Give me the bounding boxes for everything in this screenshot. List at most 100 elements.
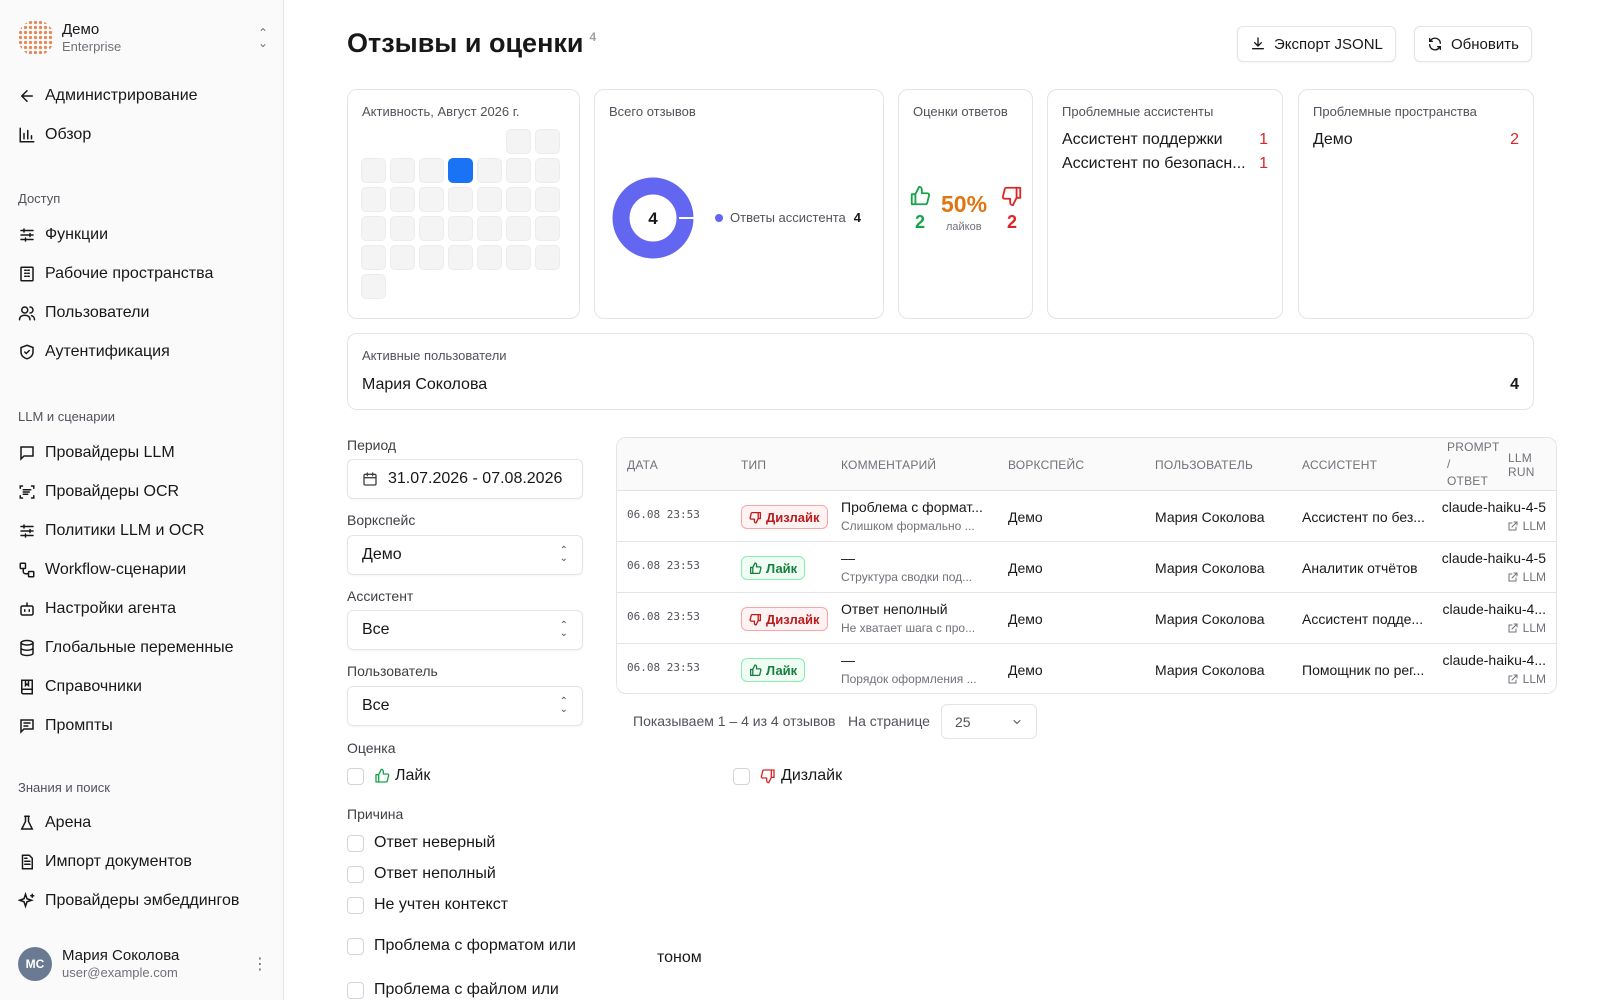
calendar-day[interactable] bbox=[477, 245, 502, 270]
assistant-select[interactable]: Все ⌃ ⌄ bbox=[347, 610, 583, 650]
problem-assistant-row[interactable]: Ассистент по безопасн... 1 bbox=[1062, 155, 1268, 173]
nav-llm-providers[interactable]: Провайдеры LLM bbox=[18, 437, 268, 469]
th-prompt-answer[interactable]: Prompt / Ответ bbox=[1447, 438, 1500, 491]
calendar-day[interactable] bbox=[448, 216, 473, 241]
workspace-select[interactable]: Демо ⌃ ⌄ bbox=[347, 535, 583, 575]
nav-overview[interactable]: Обзор bbox=[18, 119, 268, 151]
nav-prompts[interactable]: Промпты bbox=[18, 710, 268, 742]
nav-workflows[interactable]: Workflow-сценарии bbox=[18, 554, 268, 586]
table-row[interactable]: 06.08 23:53 Лайк — Порядок оформления ..… bbox=[617, 644, 1556, 693]
calendar-day[interactable] bbox=[361, 245, 386, 270]
calendar-day[interactable] bbox=[535, 158, 560, 183]
calendar-day[interactable] bbox=[361, 274, 386, 299]
calendar-day[interactable] bbox=[506, 216, 531, 241]
checkbox[interactable] bbox=[347, 865, 364, 883]
calendar-day[interactable] bbox=[390, 187, 415, 212]
nav-arena[interactable]: Арена bbox=[18, 807, 268, 839]
calendar-day[interactable] bbox=[506, 245, 531, 270]
calendar-day[interactable] bbox=[448, 245, 473, 270]
nav-doc-import-label: Импорт документов bbox=[45, 853, 192, 870]
more-vertical-icon[interactable]: ⋮ bbox=[252, 954, 268, 974]
llm-run-link[interactable]: LLM bbox=[1507, 519, 1546, 533]
calendar-day[interactable] bbox=[448, 158, 473, 183]
calendar-day[interactable] bbox=[390, 216, 415, 241]
th-type[interactable]: Тип bbox=[741, 438, 766, 491]
org-switcher[interactable]: Демо Enterprise ⌃ ⌄ bbox=[18, 18, 268, 58]
calendar-day[interactable] bbox=[361, 216, 386, 241]
rating-like-checkbox[interactable]: Лайк bbox=[347, 767, 430, 785]
table-row[interactable]: 06.08 23:53 Лайк — Структура сводки под.… bbox=[617, 542, 1556, 593]
calendar-day[interactable] bbox=[506, 158, 531, 183]
reason-checkbox[interactable]: Проблема с форматом или bbox=[347, 937, 576, 955]
user-select[interactable]: Все ⌃ ⌄ bbox=[347, 686, 583, 726]
calendar-day[interactable] bbox=[535, 129, 560, 154]
calendar-day[interactable] bbox=[477, 216, 502, 241]
main-content: Отзывы и оценки 4 Экспорт JSONL Обновить … bbox=[284, 0, 1600, 1000]
problem-assistant-row[interactable]: Ассистент поддержки 1 bbox=[1062, 131, 1268, 149]
nav-auth[interactable]: Аутентификация bbox=[18, 336, 268, 368]
reason-checkbox[interactable]: Проблема с файлом или bbox=[347, 981, 559, 999]
refresh-button[interactable]: Обновить bbox=[1414, 26, 1532, 62]
cell-assistant: Ассистент подде... bbox=[1302, 611, 1424, 627]
per-page-select[interactable]: 25 bbox=[941, 704, 1037, 739]
reason-checkbox[interactable]: Ответ неверный bbox=[347, 834, 495, 852]
calendar-day[interactable] bbox=[361, 158, 386, 183]
export-jsonl-button[interactable]: Экспорт JSONL bbox=[1237, 26, 1396, 62]
checkbox[interactable] bbox=[347, 834, 364, 852]
calendar-day[interactable] bbox=[419, 245, 444, 270]
reason-checkbox[interactable]: Не учтен контекст bbox=[347, 896, 508, 914]
period-date-picker[interactable]: 31.07.2026 - 07.08.2026 bbox=[347, 459, 583, 499]
calendar-day[interactable] bbox=[361, 187, 386, 212]
nav-global-vars[interactable]: Глобальные переменные bbox=[18, 632, 268, 664]
nav-agent-settings[interactable]: Настройки агента bbox=[18, 593, 268, 625]
th-llm-run[interactable]: LLM run bbox=[1508, 438, 1556, 491]
calendar-day[interactable] bbox=[506, 129, 531, 154]
calendar-day[interactable] bbox=[477, 187, 502, 212]
th-user[interactable]: Пользователь bbox=[1155, 438, 1253, 491]
nav-doc-import[interactable]: Импорт документов bbox=[18, 846, 268, 878]
calendar-day[interactable] bbox=[535, 245, 560, 270]
calendar-day[interactable] bbox=[506, 187, 531, 212]
reason-checkbox[interactable]: Ответ неполный bbox=[347, 865, 496, 883]
nav-embedding-providers[interactable]: Провайдеры эмбеддингов bbox=[18, 885, 268, 917]
calendar-day[interactable] bbox=[419, 158, 444, 183]
nav-functions[interactable]: Функции bbox=[18, 219, 268, 251]
llm-run-link[interactable]: LLM bbox=[1507, 570, 1546, 584]
calendar-day[interactable] bbox=[535, 216, 560, 241]
llm-run-link[interactable]: LLM bbox=[1507, 621, 1546, 635]
th-date[interactable]: Дата bbox=[627, 438, 658, 491]
checkbox[interactable] bbox=[733, 767, 750, 785]
nav-users[interactable]: Пользователи bbox=[18, 297, 268, 329]
rating-dislike-checkbox[interactable]: Дизлайк bbox=[733, 767, 842, 785]
nav-admin-back[interactable]: Администрирование bbox=[18, 80, 268, 112]
problem-assistant-count: 1 bbox=[1259, 131, 1268, 148]
sparkles-icon bbox=[18, 892, 35, 909]
calendar-day[interactable] bbox=[419, 216, 444, 241]
user-menu[interactable]: МС Мария Соколова user@example.com ⋮ bbox=[18, 944, 268, 984]
nav-policies[interactable]: Политики LLM и OCR bbox=[18, 515, 268, 547]
calendar-day[interactable] bbox=[535, 187, 560, 212]
problem-space-row[interactable]: Демо 2 bbox=[1313, 131, 1519, 149]
sliders-icon bbox=[20, 228, 34, 242]
table-row[interactable]: 06.08 23:53 Дизлайк Ответ неполный Не хв… bbox=[617, 593, 1556, 644]
th-comment[interactable]: Комментарий bbox=[841, 438, 936, 491]
calendar-day[interactable] bbox=[477, 158, 502, 183]
nav-dictionaries[interactable]: Справочники bbox=[18, 671, 268, 703]
checkbox[interactable] bbox=[347, 767, 364, 785]
th-assistant[interactable]: Ассистент bbox=[1302, 438, 1377, 491]
calendar-day[interactable] bbox=[390, 158, 415, 183]
table-row[interactable]: 06.08 23:53 Дизлайк Проблема с формат...… bbox=[617, 491, 1556, 542]
checkbox[interactable] bbox=[347, 981, 364, 999]
checkbox[interactable] bbox=[347, 896, 364, 914]
nav-ocr-providers[interactable]: Провайдеры OCR bbox=[18, 476, 268, 508]
active-user-name[interactable]: Мария Соколова bbox=[362, 376, 487, 394]
th-workspace[interactable]: Воркспейс bbox=[1008, 438, 1084, 491]
cell-workspace: Демо bbox=[1008, 611, 1043, 627]
nav-users-label: Пользователи bbox=[45, 304, 150, 321]
calendar-day[interactable] bbox=[448, 187, 473, 212]
llm-run-link[interactable]: LLM bbox=[1507, 672, 1546, 686]
checkbox[interactable] bbox=[347, 937, 364, 955]
nav-workspaces[interactable]: Рабочие пространства bbox=[18, 258, 268, 290]
calendar-day[interactable] bbox=[419, 187, 444, 212]
calendar-day[interactable] bbox=[390, 245, 415, 270]
